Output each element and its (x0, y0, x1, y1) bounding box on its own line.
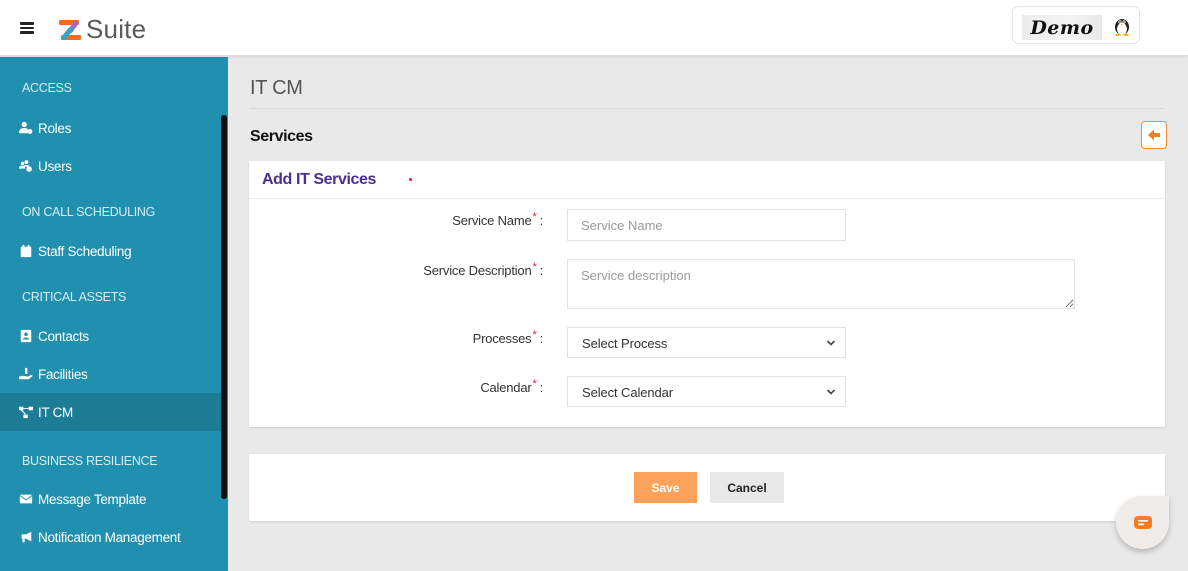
chat-icon (1133, 515, 1152, 529)
app-logo[interactable]: Suite (57, 14, 146, 45)
sidebar-item-label: Contacts (38, 328, 89, 344)
user-badge-text: Demo (1030, 16, 1094, 39)
sidebar-item-notification-management[interactable]: Notification Management (0, 518, 221, 556)
network-icon (18, 404, 34, 420)
sidebar-item-label: Users (38, 158, 72, 174)
sidebar-item-label: Facilities (38, 366, 88, 382)
cancel-button[interactable]: Cancel (710, 472, 784, 503)
envelope-icon (18, 491, 34, 507)
sidebar-item-roles[interactable]: Roles (0, 109, 221, 147)
service-name-input[interactable] (567, 209, 846, 241)
calendar-icon (18, 243, 34, 259)
user-profile-button[interactable]: Demo (1012, 6, 1140, 44)
sidebar-section-critical-assets: CRITICAL ASSETS (22, 290, 127, 304)
sidebar-section-access: ACCESS (22, 81, 72, 95)
top-bar: Suite Demo (0, 0, 1188, 56)
processes-selected-value: Select Process (582, 336, 668, 351)
save-button[interactable]: Save (634, 472, 697, 503)
title-divider (250, 108, 1164, 109)
chevron-down-icon (826, 389, 836, 395)
sidebar-item-users[interactable]: Users (0, 147, 221, 185)
z-logo-icon (59, 19, 81, 40)
calendar-select[interactable]: Select Calendar (567, 376, 846, 407)
sidebar-section-on-call-scheduling: ON CALL SCHEDULING (22, 205, 156, 219)
calendar-selected-value: Select Calendar (582, 385, 673, 400)
sidebar-item-label: Notification Management (38, 529, 181, 545)
sidebar-scrollbar[interactable] (221, 115, 227, 499)
user-badge: Demo (1022, 15, 1102, 40)
app-name: Suite (86, 14, 147, 44)
sidebar-item-label: Message Template (38, 491, 147, 507)
hamburger-menu-icon[interactable] (20, 22, 34, 34)
users-cog-icon (18, 158, 34, 174)
processes-label: Processes*: (472, 329, 544, 346)
megaphone-icon (18, 529, 34, 545)
service-description-textarea[interactable] (567, 259, 1075, 309)
sidebar-item-label: Staff Scheduling (38, 243, 132, 259)
arrow-left-icon (1148, 129, 1160, 141)
card-header: Add IT Services (249, 161, 1165, 199)
form-actions-card: Save Cancel (249, 454, 1165, 521)
add-it-services-card: Add IT Services Service Name*: Service D… (249, 161, 1165, 427)
sidebar-item-label: IT CM (38, 404, 73, 420)
chat-widget-button[interactable] (1116, 496, 1169, 549)
sidebar-item-facilities[interactable]: Facilities (0, 355, 221, 393)
penguin-avatar-icon (1115, 19, 1129, 36)
sidebar: ACCESS Roles Users ON CALL SCHEDULING St… (0, 57, 228, 571)
hand-holding-icon (18, 366, 34, 382)
address-book-icon (18, 328, 34, 344)
service-description-label: Service Description*: (423, 261, 543, 278)
sidebar-section-business-resilience: BUSINESS RESILIENCE (22, 454, 158, 468)
processes-select[interactable]: Select Process (567, 327, 846, 358)
sidebar-item-staff-scheduling[interactable]: Staff Scheduling (0, 232, 221, 270)
user-cog-icon (18, 120, 34, 136)
page-title: IT CM (250, 77, 303, 99)
calendar-label: Calendar*: (480, 378, 543, 395)
section-heading: Services (250, 128, 313, 145)
sidebar-item-message-template[interactable]: Message Template (0, 480, 221, 518)
required-indicator (409, 178, 412, 181)
sidebar-item-label: Roles (38, 120, 72, 136)
service-name-label: Service Name*: (452, 211, 543, 228)
sidebar-item-contacts[interactable]: Contacts (0, 317, 221, 355)
back-button[interactable] (1141, 121, 1167, 149)
card-title: Add IT Services (262, 171, 377, 188)
chevron-down-icon (826, 340, 836, 346)
sidebar-item-it-cm[interactable]: IT CM (0, 393, 221, 431)
